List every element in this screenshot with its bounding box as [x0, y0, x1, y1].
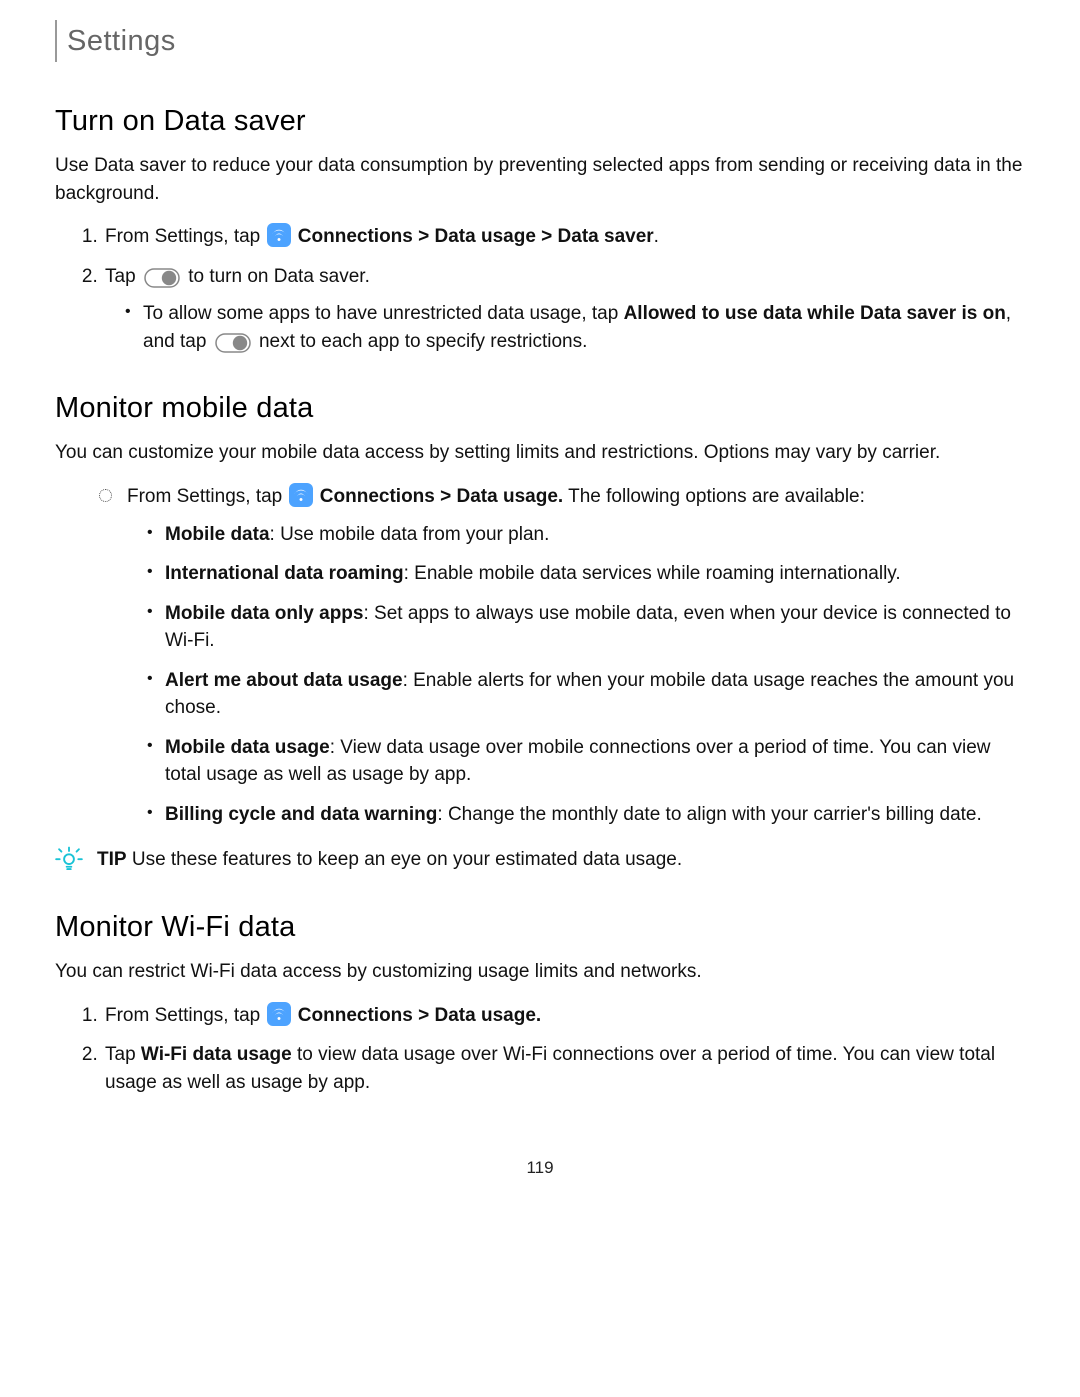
- step-text: From Settings, tap: [105, 226, 266, 247]
- page-number: 119: [55, 1156, 1025, 1181]
- sub-item: To allow some apps to have unrestricted …: [125, 300, 1025, 355]
- breadcrumb: Settings: [55, 20, 176, 62]
- option-desc: : Change the monthly date to align with …: [437, 804, 981, 825]
- step-text: to turn on Data saver.: [188, 266, 370, 287]
- option-item: Mobile data only apps: Set apps to alway…: [147, 600, 1025, 655]
- option-name: Mobile data only apps: [165, 603, 363, 624]
- intro-text: Use Data saver to reduce your data consu…: [55, 152, 1025, 207]
- steps-list: From Settings, tap Connections > Data us…: [55, 223, 1025, 355]
- nav-path: Connections > Data usage.: [298, 1005, 541, 1026]
- option-name: International data roaming: [165, 563, 404, 584]
- sub-text: next to each app to specify restrictions…: [259, 331, 587, 352]
- tip-text: Use these features to keep an eye on you…: [127, 849, 683, 870]
- sub-list: To allow some apps to have unrestricted …: [105, 300, 1025, 355]
- option-item: Mobile data: Use mobile data from your p…: [147, 521, 1025, 549]
- step-text: The following options are available:: [563, 486, 865, 507]
- option-desc: : Enable mobile data services while roam…: [404, 563, 901, 584]
- page-content: Settings Turn on Data saver Use Data sav…: [0, 0, 1080, 1211]
- step-item: From Settings, tap Connections > Data us…: [103, 223, 1025, 251]
- wifi-icon: [267, 223, 291, 247]
- breadcrumb-wrap: Settings: [55, 20, 1025, 62]
- lightbulb-icon: [55, 844, 83, 872]
- option-name: Mobile data usage: [165, 737, 330, 758]
- step-item: From Settings, tap Connections > Data us…: [103, 1002, 1025, 1030]
- nav-path: Connections > Data usage > Data saver: [298, 226, 654, 247]
- step-text: Tap: [105, 1044, 141, 1065]
- option-item: Mobile data usage: View data usage over …: [147, 734, 1025, 789]
- step-text: .: [654, 226, 659, 247]
- step-text: Tap: [105, 266, 141, 287]
- wifi-icon: [267, 1002, 291, 1026]
- step-item: Tap to turn on Data saver. To allow some…: [103, 263, 1025, 356]
- option-name: Alert me about data usage: [165, 670, 403, 691]
- heading-turn-on-data-saver: Turn on Data saver: [55, 100, 1025, 142]
- option-desc: : Use mobile data from your plan.: [270, 524, 550, 545]
- wifi-icon: [289, 483, 313, 507]
- tip-callout: TIP Use these features to keep an eye on…: [55, 846, 1025, 874]
- option-name: Mobile data: [165, 524, 270, 545]
- sub-text: To allow some apps to have unrestricted …: [143, 303, 624, 324]
- tip-label: TIP: [97, 849, 127, 870]
- intro-text: You can customize your mobile data acces…: [55, 439, 1025, 467]
- toggle-icon: [144, 268, 180, 288]
- option-name: Allowed to use data while Data saver is …: [624, 303, 1006, 324]
- heading-monitor-mobile-data: Monitor mobile data: [55, 387, 1025, 429]
- option-name: Wi-Fi data usage: [141, 1044, 292, 1065]
- step-text: From Settings, tap: [105, 1005, 266, 1026]
- step-item: Tap Wi-Fi data usage to view data usage …: [103, 1041, 1025, 1096]
- steps-list: From Settings, tap Connections > Data us…: [55, 1002, 1025, 1097]
- circle-steps: From Settings, tap Connections > Data us…: [55, 483, 1025, 828]
- nav-path: Connections > Data usage.: [320, 486, 563, 507]
- option-name: Billing cycle and data warning: [165, 804, 437, 825]
- heading-monitor-wifi-data: Monitor Wi-Fi data: [55, 906, 1025, 948]
- step-item: From Settings, tap Connections > Data us…: [103, 483, 1025, 828]
- intro-text: You can restrict Wi-Fi data access by cu…: [55, 958, 1025, 986]
- options-list: Mobile data: Use mobile data from your p…: [127, 521, 1025, 829]
- toggle-icon: [215, 333, 251, 353]
- option-item: International data roaming: Enable mobil…: [147, 560, 1025, 588]
- tip-text-wrap: TIP Use these features to keep an eye on…: [97, 846, 682, 874]
- step-text: From Settings, tap: [127, 486, 288, 507]
- option-item: Billing cycle and data warning: Change t…: [147, 801, 1025, 829]
- option-item: Alert me about data usage: Enable alerts…: [147, 667, 1025, 722]
